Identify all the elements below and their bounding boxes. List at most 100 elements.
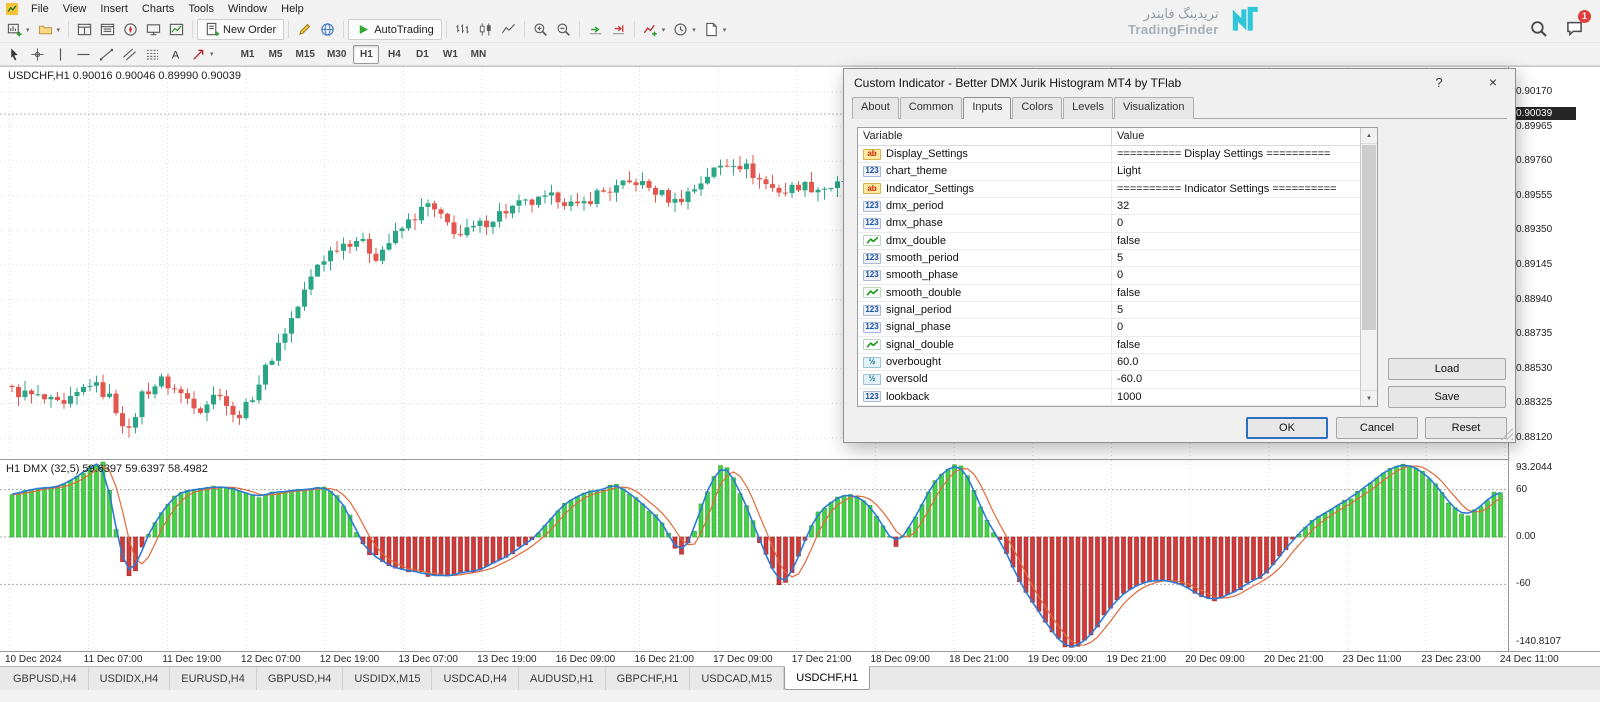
chart-tab-gbpusd-h4[interactable]: GBPUSD,H4 [2,667,89,690]
param-value[interactable]: Light [1112,165,1360,177]
time-scale[interactable]: 10 Dec 202411 Dec 07:0011 Dec 19:0012 De… [0,651,1600,667]
timeframe-h4[interactable]: H4 [381,45,407,64]
profiles-button[interactable]: ▾ [34,19,65,40]
chart-bars-button[interactable] [451,19,474,40]
chart-tab-audusd-h1[interactable]: AUDUSD,H1 [519,667,606,690]
chart-tab-usdidx-h4[interactable]: USDIDX,H4 [89,667,171,690]
column-header-variable[interactable]: Variable [858,128,1112,145]
menu-insert[interactable]: Insert [93,2,135,16]
data-window-button[interactable] [96,19,119,40]
cancel-button[interactable]: Cancel [1336,417,1418,439]
crosshair-button[interactable] [26,44,49,65]
timeframe-m5[interactable]: M5 [263,45,289,64]
notifications-icon[interactable]: 1 [1566,20,1584,38]
price-scale[interactable]: 0.901700.899650.897600.895550.893500.891… [1508,67,1600,651]
dialog-scrollbar[interactable]: ▲ ▼ [1360,128,1377,406]
new-order-button[interactable]: New Order [197,19,284,40]
autotrading-button[interactable]: AutoTrading [348,19,442,40]
parameter-row[interactable]: 123signal_phase0 [858,319,1360,336]
parameter-row[interactable]: 123dmx_phase0 [858,215,1360,232]
auto-scroll-button[interactable] [584,19,607,40]
arrows-button[interactable]: ▾ [187,44,218,65]
parameter-row[interactable]: 123signal_period5 [858,302,1360,319]
menu-file[interactable]: File [24,2,56,16]
dialog-tab-visualization[interactable]: Visualization [1114,97,1194,119]
cursor-button[interactable] [3,44,26,65]
terminal-button[interactable] [142,19,165,40]
column-header-value[interactable]: Value [1112,128,1377,145]
save-button[interactable]: Save [1388,386,1506,408]
new-chart-button[interactable]: ▾ [3,19,34,40]
dialog-resize-grip[interactable] [1501,428,1513,440]
menu-view[interactable]: View [56,2,94,16]
timeframe-d1[interactable]: D1 [409,45,435,64]
parameter-row[interactable]: dmx_doublefalse [858,233,1360,250]
menu-charts[interactable]: Charts [135,2,181,16]
dialog-titlebar[interactable]: Custom Indicator - Better DMX Jurik Hist… [844,69,1515,96]
horizontal-line-button[interactable] [72,44,95,65]
dialog-close-button[interactable]: × [1475,69,1511,96]
param-value[interactable]: 1000 [1112,391,1360,403]
param-value[interactable]: 32 [1112,200,1360,212]
navigator-button[interactable] [119,19,142,40]
param-value[interactable]: 5 [1112,304,1360,316]
parameter-row[interactable]: signal_doublefalse [858,337,1360,354]
timeframe-w1[interactable]: W1 [437,45,463,64]
chart-candlesticks-button[interactable] [474,19,497,40]
strategy-tester-button[interactable] [165,19,188,40]
parameter-row[interactable]: 123chart_themeLight [858,163,1360,180]
param-value[interactable]: 60.0 [1112,356,1360,368]
trendline-button[interactable] [95,44,118,65]
param-value[interactable]: -60.0 [1112,373,1360,385]
search-icon[interactable] [1530,20,1548,38]
periods-list-button[interactable]: ▾ [669,19,700,40]
mql5-community-button[interactable] [316,19,339,40]
zoom-in-button[interactable] [529,19,552,40]
chart-shift-button[interactable] [607,19,630,40]
scrollbar-thumb[interactable] [1362,145,1376,330]
dialog-tab-about[interactable]: About [852,97,899,119]
timeframe-mn[interactable]: MN [465,45,491,64]
parameter-row[interactable]: abDisplay_Settings========== Display Set… [858,146,1360,163]
text-label-button[interactable]: A [164,44,187,65]
parameter-row[interactable]: 123smooth_period5 [858,250,1360,267]
timeframe-m30[interactable]: M30 [322,45,351,64]
scrollbar-up-icon[interactable]: ▲ [1361,128,1377,144]
parameter-row[interactable]: smooth_doublefalse [858,285,1360,302]
menu-window[interactable]: Window [221,2,274,16]
dialog-tab-common[interactable]: Common [900,97,963,119]
param-value[interactable]: false [1112,235,1360,247]
ok-button[interactable]: OK [1246,417,1328,439]
param-value[interactable]: false [1112,339,1360,351]
timeframe-h1[interactable]: H1 [353,45,379,64]
parameter-row[interactable]: 123smooth_phase0 [858,267,1360,284]
indicators-list-button[interactable]: ▾ [639,19,670,40]
parameter-row[interactable]: 123lookback1000 [858,389,1360,406]
parameter-row[interactable]: ½overbought60.0 [858,354,1360,371]
zoom-out-button[interactable] [552,19,575,40]
chart-line-button[interactable] [497,19,520,40]
fibonacci-retracement-button[interactable] [141,44,164,65]
menu-tools[interactable]: Tools [181,2,221,16]
chart-tab-gbpchf-h1[interactable]: GBPCHF,H1 [606,667,691,690]
dialog-tab-inputs[interactable]: Inputs [963,97,1011,119]
parameter-row[interactable]: ½oversold-60.0 [858,371,1360,388]
param-value[interactable]: 0 [1112,217,1360,229]
equidistant-channel-button[interactable] [118,44,141,65]
timeframe-m15[interactable]: M15 [291,45,320,64]
market-watch-button[interactable] [73,19,96,40]
reset-button[interactable]: Reset [1425,417,1507,439]
chart-tab-usdchf-h1[interactable]: USDCHF,H1 [784,666,870,690]
param-value[interactable]: 5 [1112,252,1360,264]
dialog-tab-levels[interactable]: Levels [1063,97,1113,119]
vertical-line-button[interactable] [49,44,72,65]
chart-tab-eurusd-h4[interactable]: EURUSD,H4 [170,667,257,690]
timeframe-m1[interactable]: M1 [235,45,261,64]
param-value[interactable]: 0 [1112,321,1360,333]
chart-tab-usdcad-m15[interactable]: USDCAD,M15 [690,667,784,690]
parameter-row[interactable]: 123dmx_period32 [858,198,1360,215]
chart-tab-gbpusd-h4[interactable]: GBPUSD,H4 [257,667,344,690]
dmx-indicator-surface[interactable] [0,460,1508,650]
param-value[interactable]: 0 [1112,269,1360,281]
dialog-tab-colors[interactable]: Colors [1012,97,1062,119]
